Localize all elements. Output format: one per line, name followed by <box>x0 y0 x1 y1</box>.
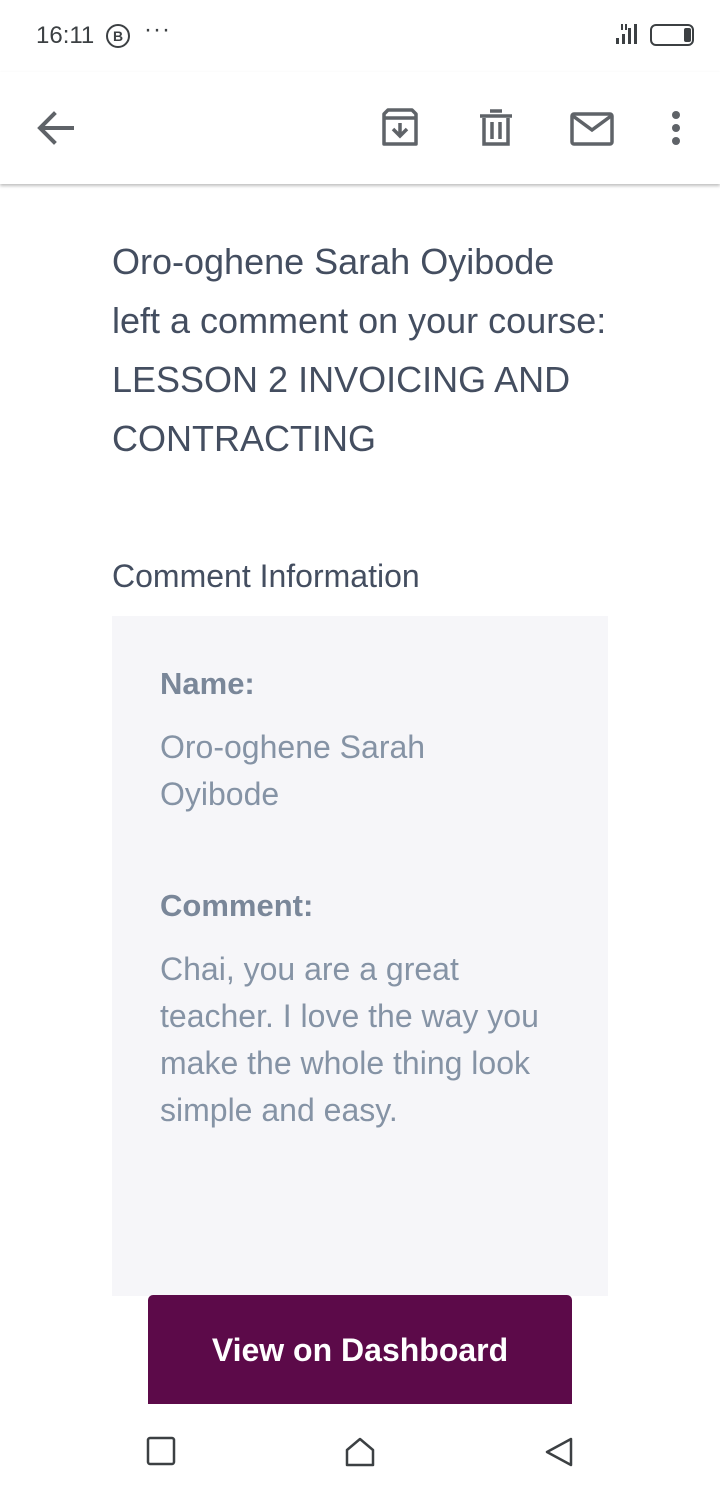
comment-value: Chai, you are a great teacher. I love th… <box>160 951 539 1128</box>
b-badge-icon: B <box>106 24 130 48</box>
more-notifications-icon: ··· <box>144 16 171 43</box>
email-toolbar <box>0 72 720 184</box>
home-icon[interactable] <box>344 1436 376 1473</box>
status-time: 16:11 <box>36 22 95 49</box>
status-bar: 16:11 B ··· <box>0 0 720 72</box>
email-body: Oro-oghene Sarah Oyibode left a comment … <box>0 186 720 1404</box>
battery-icon <box>649 24 698 53</box>
back-triangle-icon[interactable] <box>544 1436 574 1473</box>
comment-label: Comment: <box>160 888 314 923</box>
name-value: Oro-oghene Sarah Oyibode <box>160 729 426 812</box>
mark-unread-icon[interactable] <box>570 112 614 151</box>
email-headline: Oro-oghene Sarah Oyibode left a comment … <box>112 241 607 459</box>
more-vert-icon[interactable] <box>670 110 682 151</box>
comment-info-panel: Name: Oro-oghene Sarah Oyibode Comment: … <box>112 616 608 1296</box>
recents-square-icon[interactable] <box>146 1436 176 1471</box>
system-nav-bar <box>0 1404 720 1500</box>
view-on-dashboard-button[interactable]: View on Dashboard <box>148 1295 572 1404</box>
delete-icon[interactable] <box>478 108 514 153</box>
name-label: Name: <box>160 666 255 701</box>
section-title: Comment Information <box>112 558 420 594</box>
archive-icon[interactable] <box>380 108 420 153</box>
back-arrow-icon[interactable] <box>36 108 76 153</box>
signal-icon <box>614 22 644 51</box>
